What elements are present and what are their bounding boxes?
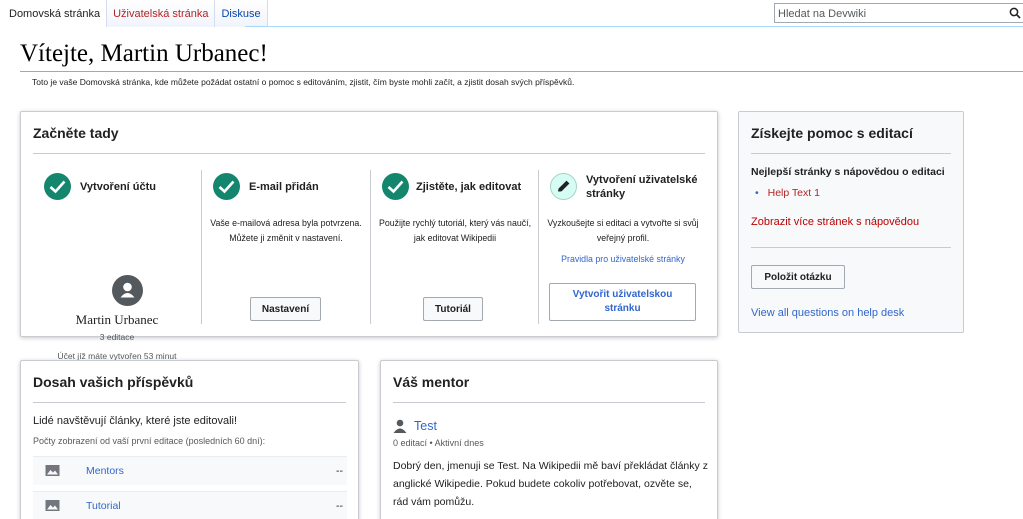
help-desk-link[interactable]: View all questions on help desk — [751, 307, 904, 319]
help-panel-title: Získejte pomoc s editací — [751, 125, 913, 141]
start-card-title: Začněte tady — [33, 125, 119, 141]
divider — [393, 402, 705, 403]
search-box — [774, 3, 1023, 23]
mentor-meta: 0 editací • Aktivní dnes — [393, 438, 484, 448]
button-line: Vytvořit uživatelskou — [572, 289, 673, 300]
bullet: • — [755, 187, 759, 199]
mentor-card-title: Váš mentor — [393, 374, 470, 390]
title-divider — [20, 71, 1023, 72]
page-tabs: Domovská stránka Uživatelská stránka Dis… — [0, 0, 268, 27]
impact-row[interactable]: Tutorial -- — [33, 491, 347, 519]
divider — [33, 153, 705, 154]
search-icon[interactable] — [1009, 7, 1021, 19]
image-icon — [45, 465, 60, 476]
pencil-icon — [550, 173, 577, 200]
heading-line: Vytvoření uživatelské — [586, 174, 698, 186]
tab-home[interactable]: Domovská stránka — [0, 0, 108, 27]
view-count: -- — [336, 465, 343, 477]
impact-card-title: Dosah vašich příspěvků — [33, 374, 194, 390]
avatar-icon — [112, 275, 143, 306]
checkmark-icon — [44, 173, 71, 200]
impact-card: Dosah vašich příspěvků Lidé navštěvují č… — [20, 360, 359, 519]
mentor-card: Váš mentor Test 0 editací • Aktivní dnes… — [380, 360, 718, 519]
module-text: Vyzkoušejte si editaci a vytvořte si svů… — [547, 218, 699, 243]
impact-caption: Počty zobrazení od vaší první editace (p… — [33, 436, 266, 446]
module-text: Použijte rychlý tutoriál, který vás nauč… — [378, 218, 532, 243]
button-line: stránku — [604, 303, 641, 314]
page-title: Vítejte, Martin Urbanec! — [20, 40, 268, 67]
impact-lead: Lidé navštěvují články, které jste edito… — [33, 415, 238, 427]
module-heading: Vytvoření uživatelské stránky — [586, 173, 697, 201]
impact-row[interactable]: Mentors -- — [33, 456, 347, 485]
divider — [33, 402, 346, 403]
module-user-page: Vytvoření uživatelské stránky Vyzkoušejt… — [539, 170, 707, 336]
mentor-intro: Dobrý den, jmenuji se Test. Na Wikipedii… — [393, 460, 708, 508]
settings-button[interactable]: Nastavení — [250, 297, 321, 321]
edit-count: 3 editace — [99, 332, 135, 342]
module-heading: Vytvoření účtu — [80, 181, 156, 193]
module-tutorial: Zjistěte, jak editovat Použijte rychlý t… — [371, 170, 539, 336]
module-heading: Zjistěte, jak editovat — [416, 181, 522, 193]
help-page-link[interactable]: Help Text 1 — [768, 187, 820, 199]
checkmark-icon — [213, 173, 240, 200]
search-input[interactable] — [775, 5, 1005, 23]
tab-user-page[interactable]: Uživatelská stránka — [107, 0, 216, 27]
module-heading: E-mail přidán — [249, 181, 319, 193]
ask-question-button[interactable]: Položit otázku — [751, 265, 845, 289]
view-count: -- — [336, 500, 343, 512]
start-card: Začněte tady Vytvoření účtu Martin Urban… — [20, 111, 718, 361]
help-list-item[interactable]: • Help Text 1 — [755, 187, 820, 199]
page-subtitle: Toto je vaše Domovská stránka, kde můžet… — [32, 77, 575, 87]
tab-divider — [245, 26, 1023, 27]
user-page-guidelines-link[interactable]: Pravidla pro uživatelské stránky — [545, 252, 701, 267]
checkmark-icon — [382, 173, 409, 200]
module-text: Vaše e-mailová adresa byla potvrzena. Mů… — [210, 218, 362, 243]
user-icon — [393, 419, 407, 433]
divider — [751, 153, 951, 154]
help-subheading: Nejlepší stránky s nápovědou o editaci — [751, 166, 945, 178]
impact-page-link[interactable]: Tutorial — [86, 500, 121, 512]
module-account: Vytvoření účtu Martin Urbanec 3 editace … — [33, 170, 201, 361]
create-user-page-button[interactable]: Vytvořit uživatelskou stránku — [549, 283, 696, 321]
module-email: E-mail přidán Vaše e-mailová adresa byla… — [202, 170, 370, 336]
tab-discussion[interactable]: Diskuse — [215, 0, 268, 27]
image-icon — [45, 500, 60, 511]
more-help-pages-link[interactable]: Zobrazit více stránek s nápovědou — [751, 216, 919, 228]
tutorial-button[interactable]: Tutoriál — [423, 297, 483, 321]
heading-line: stránky — [586, 188, 626, 200]
mentor-name-link[interactable]: Test — [414, 419, 437, 433]
help-panel: Získejte pomoc s editací Nejlepší stránk… — [738, 111, 964, 333]
impact-page-link[interactable]: Mentors — [86, 465, 124, 477]
divider — [751, 247, 951, 248]
user-name: Martin Urbanec — [75, 312, 159, 327]
